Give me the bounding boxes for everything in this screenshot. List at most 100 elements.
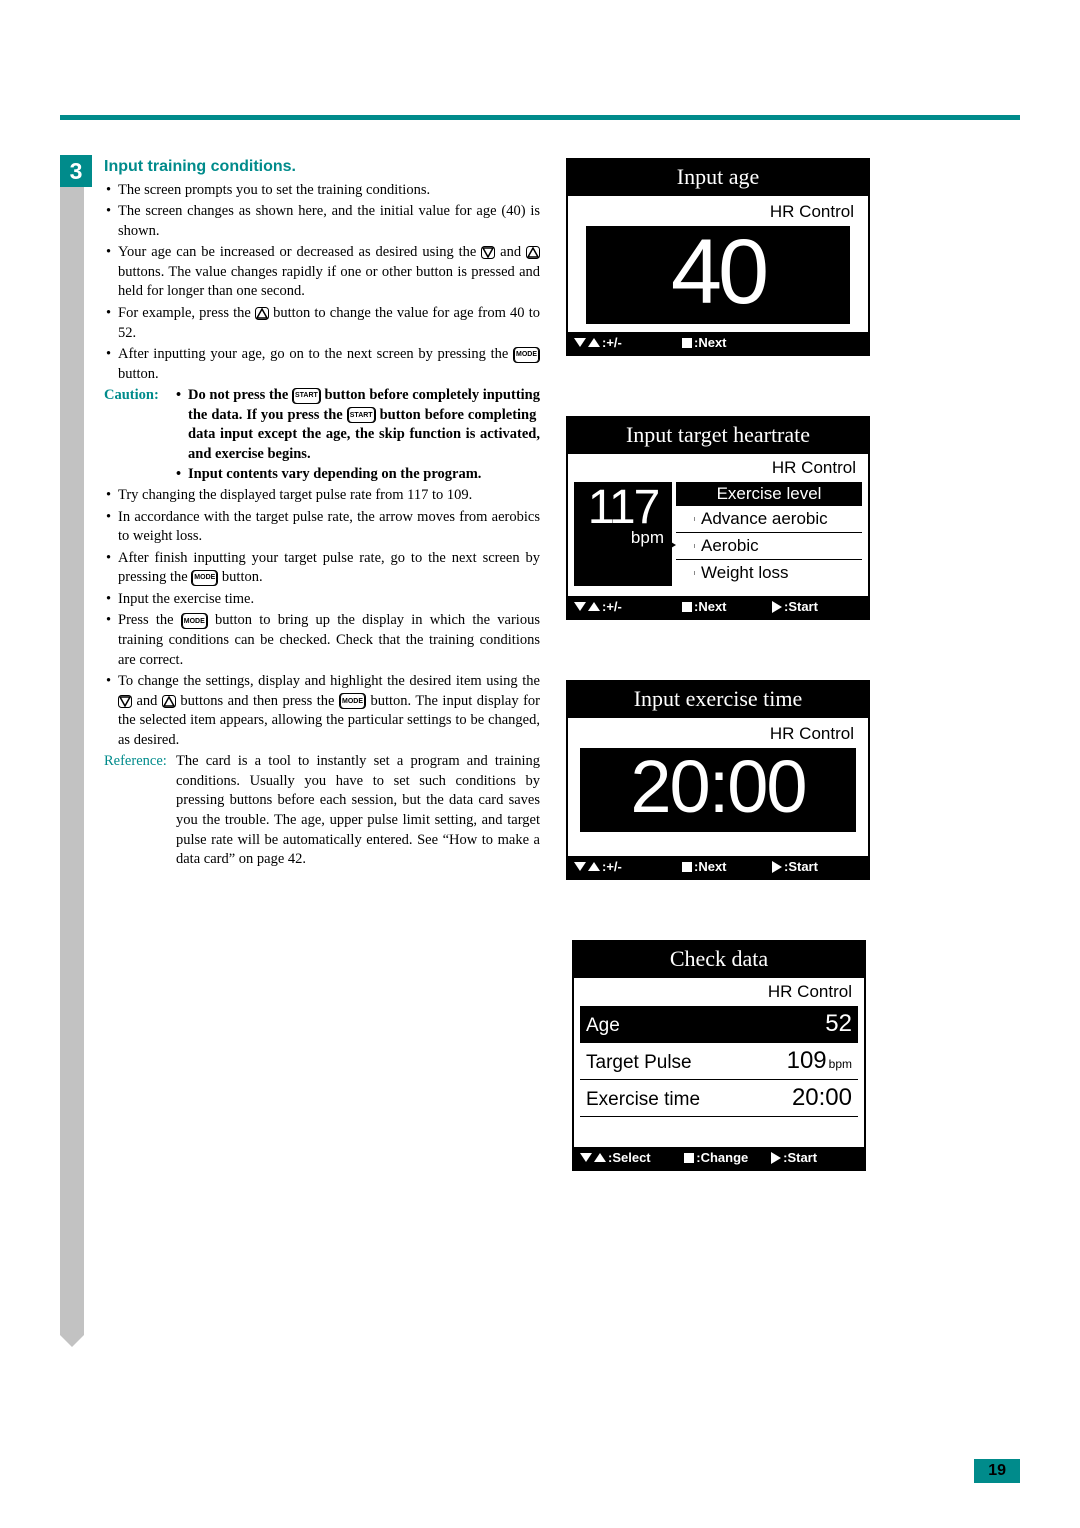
bullet-item: After inputting your age, go on to the n… (118, 345, 540, 384)
mode-button-icon: MODE (181, 613, 208, 629)
bullet-item: Your age can be increased or decreased a… (118, 243, 540, 302)
up-icon (588, 862, 600, 871)
footer-left-label: :Select (608, 1150, 651, 1165)
screen-footer: :Select :Change :Start (574, 1147, 864, 1169)
check-label: Target Pulse (586, 1052, 787, 1074)
down-triangle-icon (118, 695, 132, 708)
check-row-exercise-time: Exercise time 20:00 (580, 1080, 858, 1117)
footer-mid-label: :Next (694, 599, 727, 614)
down-icon (580, 1153, 592, 1162)
caution-item: Input contents vary depending on the pro… (188, 465, 540, 485)
hr-control-label: HR Control (574, 458, 862, 478)
heartrate-value-box: 117 bpm (574, 482, 672, 586)
square-icon (684, 1153, 694, 1163)
up-triangle-icon (162, 695, 176, 708)
square-icon (682, 862, 692, 872)
down-icon (574, 862, 586, 871)
caution-label: Caution: (104, 386, 174, 486)
bullet-list-a: The screen prompts you to set the traini… (104, 181, 540, 385)
caution-block: Caution: Do not press the START button b… (104, 386, 540, 486)
screen-footer: :+/- :Next (568, 332, 868, 354)
up-triangle-icon (255, 307, 269, 320)
bullet-item: For example, press the button to change … (118, 304, 540, 343)
footer-left-label: :+/- (602, 335, 622, 350)
footer-right-label: :Start (784, 599, 818, 614)
bullet-list-b: Try changing the displayed target pulse … (104, 486, 540, 750)
footer-right-label: :Start (784, 859, 818, 874)
down-icon (574, 338, 586, 347)
down-triangle-icon (481, 246, 495, 259)
up-triangle-icon (526, 246, 540, 259)
time-value: 20:00 (580, 748, 856, 832)
check-value: 52 (825, 1010, 852, 1038)
screen-title: Input target heartrate (568, 418, 868, 454)
screen-title: Check data (574, 942, 864, 978)
check-value: 20:00 (792, 1084, 852, 1112)
reference-block: Reference: The card is a tool to instant… (104, 752, 540, 869)
square-icon (682, 602, 692, 612)
bullet-item: The screen changes as shown here, and th… (118, 202, 540, 241)
footer-left-label: :+/- (602, 599, 622, 614)
up-icon (588, 338, 600, 347)
header-rule (60, 115, 1020, 120)
start-button-icon: START (347, 407, 376, 423)
level-label: Advance aerobic (695, 509, 828, 529)
bullet-item: Press the MODE button to bring up the di… (118, 611, 540, 670)
play-icon (772, 861, 782, 873)
caution-list: Do not press the START button before com… (174, 386, 540, 485)
caution-item: Do not press the START button before com… (188, 386, 540, 464)
exercise-level-header: Exercise level (676, 482, 862, 506)
exercise-level-row: Weight loss (676, 560, 862, 586)
check-value: 109 (787, 1047, 827, 1075)
footer-right-label: :Start (783, 1150, 817, 1165)
section-heading: Input training conditions. (104, 156, 540, 178)
bullet-item: To change the settings, display and high… (118, 672, 540, 750)
screens-column: Input age HR Control 40 :+/- :Next Input… (566, 158, 870, 1231)
bullet-item: In accordance with the target pulse rate… (118, 508, 540, 547)
check-label: Exercise time (586, 1089, 792, 1111)
level-label: Aerobic (695, 536, 759, 556)
start-button-icon: START (292, 388, 321, 404)
mode-button-icon: MODE (513, 347, 540, 363)
age-value: 40 (586, 226, 850, 324)
page-number: 19 (974, 1459, 1020, 1483)
level-label: Weight loss (695, 563, 789, 583)
mode-button-icon: MODE (339, 693, 366, 709)
up-icon (594, 1153, 606, 1162)
screen-input-heartrate: Input target heartrate HR Control 117 bp… (566, 416, 870, 620)
reference-text: The card is a tool to instantly set a pr… (176, 752, 540, 869)
exercise-level-row: Advance aerobic (676, 506, 862, 533)
check-unit: bpm (829, 1057, 852, 1071)
screen-footer: :+/- :Next :Start (568, 856, 868, 878)
instruction-column: Input training conditions. The screen pr… (104, 155, 540, 870)
footer-mid-label: :Next (694, 859, 727, 874)
square-icon (682, 338, 692, 348)
footer-mid-label: :Change (696, 1150, 748, 1165)
down-icon (574, 602, 586, 611)
step-strip (60, 155, 84, 1335)
mode-button-icon: MODE (191, 570, 218, 586)
footer-left-label: :+/- (602, 859, 622, 874)
screen-input-time: Input exercise time HR Control 20:00 :+/… (566, 680, 870, 880)
step-number-badge: 3 (60, 155, 92, 187)
screen-title: Input age (568, 160, 868, 196)
bullet-item: Try changing the displayed target pulse … (118, 486, 540, 506)
check-row-target-pulse: Target Pulse 109 bpm (580, 1043, 858, 1080)
selection-arrow-icon (662, 536, 676, 556)
bullet-item: Input the exercise time. (118, 590, 540, 610)
screen-input-age: Input age HR Control 40 :+/- :Next (566, 158, 870, 356)
screen-title: Input exercise time (568, 682, 868, 718)
check-label: Age (586, 1015, 825, 1037)
footer-mid-label: :Next (694, 335, 727, 350)
reference-label: Reference: (104, 752, 176, 869)
heartrate-value: 117 (574, 484, 672, 532)
screen-check-data: Check data HR Control Age 52 Target Puls… (572, 940, 866, 1171)
check-row-age: Age 52 (580, 1006, 858, 1043)
play-icon (772, 601, 782, 613)
hr-control-label: HR Control (576, 724, 860, 744)
up-icon (588, 602, 600, 611)
hr-control-label: HR Control (580, 982, 858, 1002)
hr-control-label: HR Control (576, 202, 860, 222)
screen-footer: :+/- :Next :Start (568, 596, 868, 618)
page: 3 Input training conditions. The screen … (0, 0, 1080, 1528)
